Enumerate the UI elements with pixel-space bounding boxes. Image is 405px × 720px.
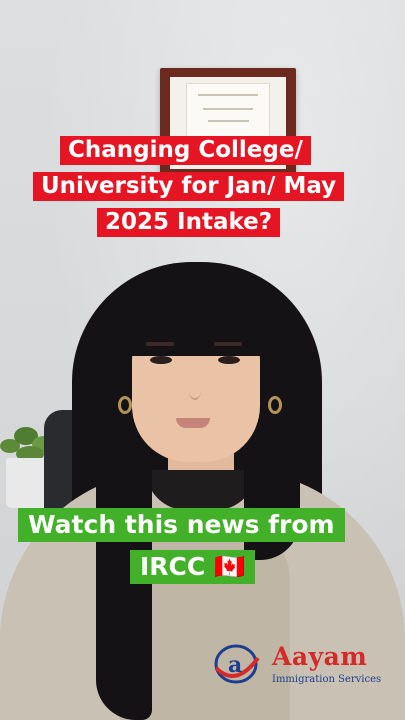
left-eyebrow <box>146 342 174 346</box>
right-earring <box>268 396 282 414</box>
caption-top-line-2: University for Jan/ May <box>33 172 345 202</box>
mouth <box>176 418 210 428</box>
svg-text:a: a <box>228 652 242 678</box>
logo-name: Aayam <box>272 642 368 671</box>
caption-top-line-1: Changing College/ <box>60 136 311 166</box>
caption-bottom-line-1: Watch this news from <box>18 508 345 542</box>
right-eye <box>218 356 240 364</box>
aayam-logo: a Aayam Immigration Services <box>214 642 386 690</box>
right-eyebrow <box>214 342 242 346</box>
left-earring <box>118 396 132 414</box>
nose <box>189 382 201 400</box>
aayam-logo-icon: a <box>214 644 260 684</box>
logo-subtitle: Immigration Services <box>272 674 382 685</box>
caption-top-line-3: 2025 Intake? <box>97 208 281 238</box>
left-eye <box>150 356 172 364</box>
caption-bottom-line-2: IRCC 🇨🇦 <box>130 550 256 584</box>
video-frame: Changing College/ University for Jan/ Ma… <box>0 0 405 720</box>
